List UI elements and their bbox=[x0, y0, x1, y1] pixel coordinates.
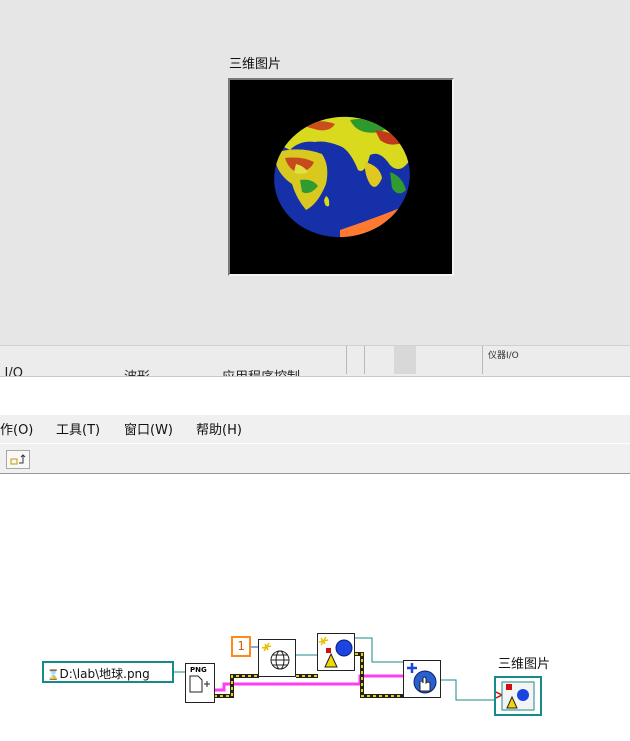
palette-scroll-block[interactable] bbox=[394, 346, 416, 374]
file-icon bbox=[189, 675, 210, 693]
palette-label-instrument-io[interactable]: 仪器I/O bbox=[488, 348, 519, 361]
toolbar-cleanup-button[interactable] bbox=[6, 450, 30, 469]
menu-window[interactable]: 窗口(W) bbox=[124, 419, 173, 438]
palette-separator bbox=[482, 346, 483, 374]
numeric-constant[interactable]: 1 bbox=[231, 636, 251, 657]
globe-icon bbox=[261, 642, 290, 670]
add-object-node[interactable] bbox=[403, 660, 441, 698]
path-constant[interactable]: ⌛D:\lab\地球.png bbox=[42, 661, 174, 683]
add-object-icon bbox=[407, 663, 437, 694]
create-object-node[interactable] bbox=[317, 633, 355, 671]
read-png-file-node[interactable]: PNG bbox=[185, 663, 215, 703]
3d-picture-display[interactable] bbox=[228, 78, 454, 276]
create-sphere-node[interactable] bbox=[258, 639, 296, 677]
tool-bar bbox=[0, 444, 630, 474]
palette-label-app-control[interactable]: 应用程序控制 bbox=[222, 366, 300, 376]
png-node-label: PNG bbox=[190, 666, 207, 674]
palette-separator bbox=[364, 346, 365, 374]
menu-help[interactable]: 帮助(H) bbox=[196, 419, 242, 438]
menu-operate[interactable]: 作(O) bbox=[0, 419, 33, 438]
palette-separator bbox=[346, 346, 347, 374]
functions-palette-strip: ... I/O 波形 应用程序控制 仪器I/O bbox=[0, 345, 630, 377]
earth-globe-render bbox=[270, 110, 415, 240]
scene-terminal-label: 三维图片 bbox=[498, 657, 551, 672]
path-icon: ⌛ bbox=[47, 670, 60, 681]
scene-indicator-label: 三维图片 bbox=[229, 57, 282, 72]
palette-label-io[interactable]: ... I/O bbox=[0, 366, 23, 376]
scene-object-icon bbox=[318, 636, 353, 668]
menu-tools[interactable]: 工具(T) bbox=[56, 419, 100, 438]
sphere-icon bbox=[335, 639, 353, 657]
cleanup-icon bbox=[10, 454, 26, 465]
path-constant-value: D:\lab\地球.png bbox=[59, 667, 150, 681]
scene-terminal-icon bbox=[495, 681, 535, 711]
scene-indicator-terminal[interactable] bbox=[494, 676, 542, 716]
palette-label-waveform[interactable]: 波形 bbox=[124, 366, 150, 376]
